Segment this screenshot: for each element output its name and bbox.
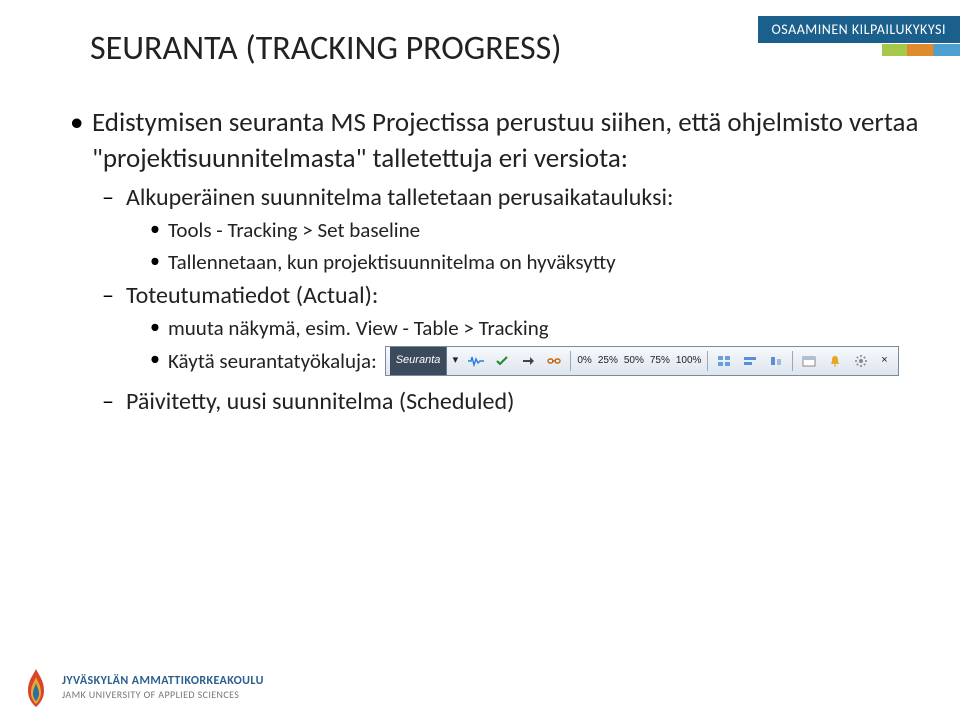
bar-icon[interactable] xyxy=(738,349,762,373)
ecg-icon[interactable] xyxy=(464,349,488,373)
sub-sub-list: Tools - Tracking > Set baseline Tallenne… xyxy=(126,216,920,276)
slide-title: SEURANTA (TRACKING PROGRESS) xyxy=(90,28,920,69)
sub-list: Alkuperäinen suunnitelma talletetaan per… xyxy=(92,182,920,418)
toolbar-title: Seuranta xyxy=(390,347,448,375)
pct-100-button[interactable]: 100% xyxy=(673,350,705,372)
logo-line-fi: JYVÄSKYLÄN AMMATTIKORKEAKOULU xyxy=(62,675,264,689)
close-icon[interactable]: × xyxy=(874,353,894,368)
sub-item-label: Alkuperäinen suunnitelma talletetaan per… xyxy=(126,183,673,212)
sub-sub-item: Tallennetaan, kun projektisuunnitelma on… xyxy=(126,248,920,276)
flame-icon xyxy=(22,667,50,709)
sub-sub-item: Käytä seurantatyökaluja: Seuranta ▾ xyxy=(126,346,920,376)
sub-sub-item-label: Käytä seurantatyökaluja: xyxy=(168,347,377,375)
right-arrow-icon[interactable] xyxy=(516,349,540,373)
pct-25-button[interactable]: 25% xyxy=(595,350,621,372)
sub-item-label: Toteutumatiedot (Actual): xyxy=(126,281,378,310)
pct-0-button[interactable]: 0% xyxy=(574,350,594,372)
sub-sub-item: Tools - Tracking > Set baseline xyxy=(126,216,920,244)
sub-item: Päivitetty, uusi suunnitelma (Scheduled) xyxy=(92,386,920,418)
sub-item: Toteutumatiedot (Actual): muuta näkymä, … xyxy=(92,280,920,376)
grid-icon[interactable] xyxy=(712,349,736,373)
calendar-icon[interactable] xyxy=(797,349,821,373)
slide-content: SEURANTA (TRACKING PROGRESS) Edistymisen… xyxy=(70,28,920,422)
pct-50-button[interactable]: 50% xyxy=(621,350,647,372)
pct-75-button[interactable]: 75% xyxy=(647,350,673,372)
toolbar-separator xyxy=(707,351,708,371)
bullet-list: Edistymisen seuranta MS Projectissa peru… xyxy=(70,105,920,418)
toolbar-separator xyxy=(792,351,793,371)
bullet-item: Edistymisen seuranta MS Projectissa peru… xyxy=(70,105,920,418)
toolbar-dropdown-icon[interactable]: ▾ xyxy=(448,349,462,373)
gear-icon[interactable] xyxy=(849,349,873,373)
link-icon[interactable] xyxy=(542,349,566,373)
stack-icon[interactable] xyxy=(764,349,788,373)
logo-text: JYVÄSKYLÄN AMMATTIKORKEAKOULU JAMK UNIVE… xyxy=(62,675,264,700)
tracking-toolbar: Seuranta ▾ xyxy=(385,346,900,376)
sub-sub-item: muuta näkymä, esim. View - Table > Track… xyxy=(126,314,920,342)
logo-line-en: JAMK UNIVERSITY OF APPLIED SCIENCES xyxy=(62,689,264,701)
check-icon[interactable] xyxy=(490,349,514,373)
sub-sub-list: muuta näkymä, esim. View - Table > Track… xyxy=(126,314,920,375)
sub-item-label: Päivitetty, uusi suunnitelma (Scheduled) xyxy=(126,387,514,416)
bullet-text: Edistymisen seuranta MS Projectissa peru… xyxy=(92,106,918,175)
sub-item: Alkuperäinen suunnitelma talletetaan per… xyxy=(92,182,920,276)
toolbar-separator xyxy=(570,351,571,371)
footer-logo-block: JYVÄSKYLÄN AMMATTIKORKEAKOULU JAMK UNIVE… xyxy=(22,667,264,709)
bell-icon[interactable] xyxy=(823,349,847,373)
